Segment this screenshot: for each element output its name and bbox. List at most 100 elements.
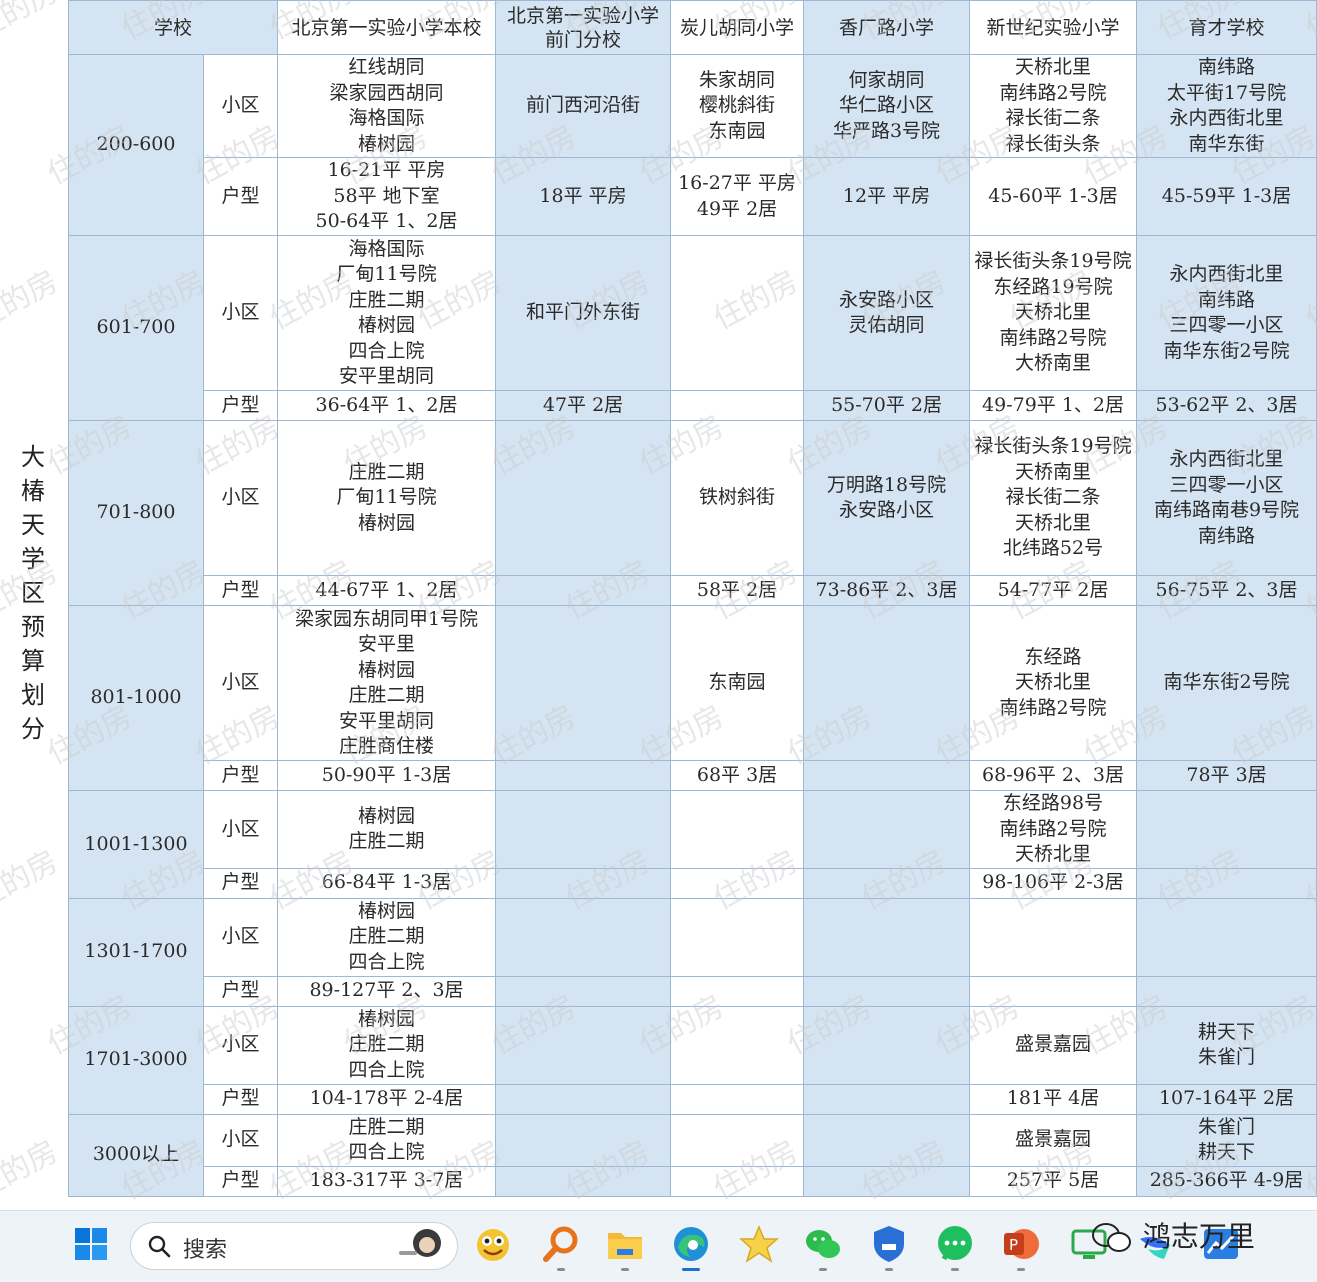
school-3-residential-cell[interactable] [670, 1113, 805, 1167]
budget-range-cell[interactable]: 701-800 [68, 420, 204, 606]
school-2-residential-cell[interactable] [495, 420, 672, 576]
school-1-layout-cell[interactable]: 44-67平 1、2居 [277, 575, 497, 606]
school-5-layout-cell[interactable]: 54-77平 2居 [969, 575, 1138, 606]
school-5-residential-cell[interactable]: 天桥北里 南纬路2号院 禄长街二条 禄长街头条 [969, 54, 1138, 158]
budget-range-cell[interactable]: 1001-1300 [68, 790, 204, 899]
school-1-layout-cell[interactable]: 16-21平 平房 58平 地下室 50-64平 1、2居 [277, 157, 497, 236]
residential-label[interactable]: 小区 [202, 420, 279, 576]
school-1-residential-cell[interactable]: 椿树园 庄胜二期 四合上院 [277, 897, 497, 977]
school-4-layout-cell[interactable] [803, 760, 971, 791]
magnifier-app-icon[interactable] [540, 1223, 582, 1271]
residential-label[interactable]: 小区 [202, 235, 279, 391]
school-4-residential-cell[interactable] [803, 1005, 971, 1085]
school-1-residential-cell[interactable]: 海格国际 厂甸11号院 庄胜二期 椿树园 四合上院 安平里胡同 [277, 235, 497, 391]
school-5-residential-cell[interactable]: 东经路 天桥北里 南纬路2号院 [969, 605, 1138, 761]
school-1-residential-cell[interactable]: 梁家园东胡同甲1号院 安平里 椿树园 庄胜二期 安平里胡同 庄胜商住楼 [277, 605, 497, 761]
layout-label[interactable]: 户型 [202, 390, 279, 421]
school-3-residential-cell[interactable] [670, 897, 805, 977]
school-1-residential-cell[interactable]: 红线胡同 梁家园西胡同 海格国际 椿树园 [277, 54, 497, 158]
school-2-layout-cell[interactable]: 47平 2居 [495, 390, 672, 421]
layout-label[interactable]: 户型 [202, 760, 279, 791]
search-input[interactable]: 搜索 [130, 1222, 458, 1270]
school-4-residential-cell[interactable]: 万明路18号院 永安路小区 [803, 420, 971, 576]
school-1-layout-cell[interactable]: 89-127平 2、3居 [277, 975, 497, 1007]
budget-range-cell[interactable]: 601-700 [68, 235, 204, 421]
school-5-residential-cell[interactable]: 禄长街头条19号院 东经路19号院 天桥北里 南纬路2号院 大桥南里 [969, 235, 1138, 391]
school-3-residential-cell[interactable]: 东南园 [670, 605, 805, 761]
budget-range-cell[interactable]: 200-600 [68, 54, 204, 236]
school-1-residential-cell[interactable]: 椿树园 庄胜二期 四合上院 [277, 1005, 497, 1085]
budget-range-cell[interactable]: 801-1000 [68, 605, 204, 791]
school-4-layout-cell[interactable]: 73-86平 2、3居 [803, 575, 971, 606]
school-3-layout-cell[interactable] [670, 390, 805, 421]
school-5-residential-cell[interactable]: 东经路98号 南纬路2号院 天桥北里 [969, 790, 1138, 869]
residential-label[interactable]: 小区 [202, 1113, 279, 1167]
wechat-icon[interactable] [802, 1223, 844, 1271]
school-4-residential-cell[interactable] [803, 605, 971, 761]
school-4-residential-cell[interactable]: 何家胡同 华仁路小区 华严路3号院 [803, 54, 971, 158]
header-school-3[interactable]: 炭儿胡同小学 [670, 0, 805, 55]
school-5-residential-cell[interactable]: 盛景嘉园 [969, 1005, 1138, 1085]
school-6-residential-cell[interactable]: 永内西街北里 三四零一小区 南纬路南巷9号院 南纬路 [1136, 420, 1317, 576]
school-1-layout-cell[interactable]: 104-178平 2-4居 [277, 1083, 497, 1115]
school-2-layout-cell[interactable] [495, 975, 672, 1007]
layout-label[interactable]: 户型 [202, 157, 279, 236]
school-3-residential-cell[interactable] [670, 790, 805, 869]
residential-label[interactable]: 小区 [202, 897, 279, 977]
residential-label[interactable]: 小区 [202, 790, 279, 869]
header-school-2[interactable]: 北京第一实验小学前门分校 [495, 0, 672, 55]
school-2-layout-cell[interactable] [495, 1165, 672, 1197]
layout-label[interactable]: 户型 [202, 975, 279, 1007]
edge-browser-icon[interactable] [670, 1223, 712, 1271]
school-3-layout-cell[interactable]: 68平 3居 [670, 760, 805, 791]
file-explorer-icon[interactable] [604, 1223, 646, 1271]
school-2-residential-cell[interactable] [495, 897, 672, 977]
school-3-layout-cell[interactable]: 16-27平 平房 49平 2居 [670, 157, 805, 236]
school-5-residential-cell[interactable] [969, 897, 1138, 977]
school-2-residential-cell[interactable] [495, 1113, 672, 1167]
header-school-6[interactable]: 育才学校 [1136, 0, 1317, 55]
school-6-layout-cell[interactable] [1136, 975, 1317, 1007]
school-2-residential-cell[interactable]: 前门西河沿街 [495, 54, 672, 158]
school-5-residential-cell[interactable]: 禄长街头条19号院 天桥南里 禄长街二条 天桥北里 北纬路52号 [969, 420, 1138, 576]
school-4-residential-cell[interactable] [803, 897, 971, 977]
school-6-layout-cell[interactable] [1136, 867, 1317, 899]
school-6-residential-cell[interactable]: 永内西街北里 南纬路 三四零一小区 南华东街2号院 [1136, 235, 1317, 391]
school-2-layout-cell[interactable] [495, 575, 672, 606]
school-2-layout-cell[interactable] [495, 1083, 672, 1115]
residential-label[interactable]: 小区 [202, 605, 279, 761]
powerpoint-icon[interactable]: P [1000, 1223, 1042, 1271]
school-3-layout-cell[interactable] [670, 1165, 805, 1197]
school-6-layout-cell[interactable]: 285-366平 4-9居 [1136, 1165, 1317, 1197]
school-6-layout-cell[interactable]: 45-59平 1-3居 [1136, 157, 1317, 236]
school-3-layout-cell[interactable] [670, 1083, 805, 1115]
school-1-layout-cell[interactable]: 183-317平 3-7居 [277, 1165, 497, 1197]
school-1-layout-cell[interactable]: 36-64平 1、2居 [277, 390, 497, 421]
residential-label[interactable]: 小区 [202, 1005, 279, 1085]
school-2-residential-cell[interactable] [495, 605, 672, 761]
school-3-layout-cell[interactable] [670, 867, 805, 899]
school-6-layout-cell[interactable]: 53-62平 2、3居 [1136, 390, 1317, 421]
school-3-residential-cell[interactable] [670, 235, 805, 391]
school-6-residential-cell[interactable]: 朱雀门 耕天下 [1136, 1113, 1317, 1167]
school-4-residential-cell[interactable] [803, 790, 971, 869]
school-2-layout-cell[interactable] [495, 867, 672, 899]
budget-range-cell[interactable]: 3000以上 [68, 1113, 204, 1197]
school-4-layout-cell[interactable] [803, 1083, 971, 1115]
emoji-app-icon[interactable] [472, 1223, 514, 1265]
budget-range-cell[interactable]: 1301-1700 [68, 897, 204, 1007]
header-school[interactable]: 学校 [67, 0, 279, 55]
layout-label[interactable]: 户型 [202, 1165, 279, 1197]
school-6-residential-cell[interactable]: 南纬路 太平街17号院 永内西街北里 南华东街 [1136, 54, 1317, 158]
school-4-layout-cell[interactable] [803, 1165, 971, 1197]
school-6-layout-cell[interactable]: 107-164平 2居 [1136, 1083, 1317, 1115]
school-2-residential-cell[interactable] [495, 1005, 672, 1085]
school-2-layout-cell[interactable] [495, 760, 672, 791]
header-school-5[interactable]: 新世纪实验小学 [969, 0, 1138, 55]
layout-label[interactable]: 户型 [202, 1083, 279, 1115]
school-4-residential-cell[interactable] [803, 1113, 971, 1167]
school-1-residential-cell[interactable]: 椿树园 庄胜二期 [277, 790, 497, 869]
budget-range-cell[interactable]: 1701-3000 [68, 1005, 204, 1115]
layout-label[interactable]: 户型 [202, 575, 279, 606]
school-3-residential-cell[interactable]: 朱家胡同 樱桃斜街 东南园 [670, 54, 805, 158]
